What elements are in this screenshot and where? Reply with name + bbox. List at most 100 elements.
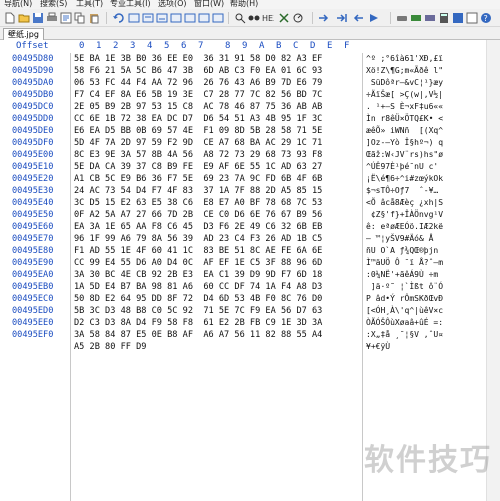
row-hex[interactable]: 58 F6 21 5A 5C B6 47 3B 6D AB C3 F0 EA 0… <box>74 65 362 77</box>
row-hex[interactable]: 0F A2 5A A7 27 66 7D 2B CE C0 D6 6E 76 6… <box>74 209 362 221</box>
hex-editor[interactable]: Offset 0 1 2 3 4 5 6 7 8 9 A B C D E F 0… <box>0 40 500 501</box>
row-ascii[interactable]: ÷ÄïŠæ[ >Ç(w|‚V½| <box>366 89 476 101</box>
row-hex[interactable]: 3A 30 BC 4E CB 92 2B E3 EA C1 39 D9 9D F… <box>74 269 362 281</box>
menu-navigate[interactable]: 导航(N) <box>4 0 32 9</box>
row-ascii[interactable]: . ¹+—S È¬xF‡u6«« <box>366 101 476 113</box>
row-ascii[interactable]: ^ÚÊ97È¹þé¯nU ­c' <box>366 161 476 173</box>
row-hex[interactable]: F1 AD 55 1E 4F 60 41 1C 83 BE 51 8C AE F… <box>74 245 362 257</box>
vertical-scrollbar[interactable] <box>486 40 500 501</box>
offset-divider <box>70 53 71 501</box>
paste-icon[interactable] <box>88 12 100 24</box>
row-ascii[interactable]: SüDôªr–&vC¦¹}æy <box>366 77 476 89</box>
row-ascii[interactable]: :X„‡å ¸¯¦§V ‚ˆU¤ <box>366 329 476 341</box>
row-hex[interactable]: 50 8D E2 64 95 DD 8F 72 D4 6D 53 4B F0 8… <box>74 293 362 305</box>
row-ascii[interactable]: ^º ;°6îà61'XÐ‚£ï <box>366 53 476 65</box>
compare-icon[interactable] <box>184 12 196 24</box>
row-ascii[interactable]: Œãž:W‹JV¨rs)hs"ø <box>366 149 476 161</box>
row-ascii[interactable]: ]ä·º˜ ¦`Ìßt ô¨Ó <box>366 281 476 293</box>
column-header-9: 9 <box>242 41 248 51</box>
row-ascii[interactable]: :0¼NË'+ãêÁ9Ù ÷m <box>366 269 476 281</box>
help-icon[interactable]: ? <box>480 12 492 24</box>
menu-search[interactable]: 搜索(S) <box>40 0 67 9</box>
open-file-icon[interactable] <box>18 12 30 24</box>
block-paste-icon[interactable] <box>170 12 182 24</box>
text-icon[interactable] <box>466 12 478 24</box>
row-hex[interactable]: EA 3A 1E 65 AA F8 C6 45 D3 F6 2E 49 C6 3… <box>74 221 362 233</box>
row-hex[interactable]: 5E DA CA 39 37 C8 B9 FE E9 AF 6E 55 1C A… <box>74 161 362 173</box>
row-hex[interactable]: 96 1F 99 A6 79 8A 56 39 AD 23 C4 F3 26 A… <box>74 233 362 245</box>
print-icon[interactable] <box>46 12 58 24</box>
row-offset: 00495DB0 <box>12 90 54 100</box>
row-ascii[interactable]: ê: eªøÆEÓö.IÆ2kë <box>366 221 476 233</box>
row-ascii[interactable]: ]Oz-—Yò Î§hº¬) q <box>366 137 476 149</box>
row-offset: 00495E50 <box>12 210 54 220</box>
row-hex[interactable]: 3A 58 84 87 E5 0E B8 AF A6 A7 56 11 82 8… <box>74 329 362 341</box>
copy-icon[interactable] <box>74 12 86 24</box>
hex-column[interactable]: 5E BA 1E 3B B0 36 EE E0 36 31 91 58 D0 8… <box>74 53 362 353</box>
row-hex[interactable]: E6 EA D5 BB 0B 69 57 4E F1 09 8D 5B 28 5… <box>74 125 362 137</box>
wipe-icon[interactable] <box>212 12 224 24</box>
column-header-3: 3 <box>130 41 136 51</box>
properties-icon[interactable] <box>60 12 72 24</box>
row-ascii[interactable]: æêÕ» iWNñ [(Xq^ <box>366 125 476 137</box>
back-icon[interactable] <box>352 12 364 24</box>
undo-icon[interactable] <box>112 12 124 24</box>
ram-icon[interactable] <box>410 12 422 24</box>
find-next-icon[interactable] <box>278 12 290 24</box>
find-icon[interactable] <box>234 12 246 24</box>
disk-icon[interactable] <box>396 12 408 24</box>
jump-icon[interactable] <box>336 12 348 24</box>
menu-pro-tools[interactable]: 专业工具(I) <box>110 0 151 9</box>
bookmark-next-icon[interactable] <box>368 12 380 24</box>
row-hex[interactable]: 5D 4F 7A 2D 97 59 F2 9D CE A7 68 BA AC 2… <box>74 137 362 149</box>
menu-tools[interactable]: 工具(T) <box>76 0 103 9</box>
row-ascii[interactable]: P âd•Ý rÔmSKðŒvÐ <box>366 293 476 305</box>
row-hex[interactable]: 3C D5 15 E2 63 E5 38 C6 E8 E7 A0 BF 78 6… <box>74 197 362 209</box>
ascii-column[interactable]: ^º ;°6îà61'XÐ‚£ï Xö!Z\¶G;m«Ãðê l" SüDôªr… <box>366 53 476 353</box>
row-hex[interactable]: 24 AC 73 54 D4 F7 4F 83 37 1A 7F 88 2D A… <box>74 185 362 197</box>
row-ascii[interactable]: ñ­U O`A ƒ¾QŒ®þjn <box>366 245 476 257</box>
row-hex[interactable]: 5E BA 1E 3B B0 36 EE E0 36 31 91 58 D0 8… <box>74 53 362 65</box>
row-ascii[interactable]: [<ÓH¸À\'q^|ùêV×c <box>366 305 476 317</box>
row-hex[interactable]: 1A 5D E4 B7 BA 98 81 A6 60 CC DF 74 1A F… <box>74 281 362 293</box>
menu-window[interactable]: 窗口(W) <box>194 0 224 9</box>
ascii-divider <box>362 53 363 501</box>
row-ascii[interactable]: <Õ âcå8Æèç ¿xh|S <box>366 197 476 209</box>
row-ascii[interactable]: ¢Z§'f}+ÎÀÖnvg¹V <box>366 209 476 221</box>
row-hex[interactable]: 5B 3C D3 48 B8 C0 5C 92 71 5E 7C F9 EA 5… <box>74 305 362 317</box>
row-ascii[interactable]: Xö!Z\¶G;m«Ãðê l" <box>366 65 476 77</box>
column-header-0: 0 <box>79 41 85 51</box>
row-ascii[interactable]: $¬sTÔ÷Oƒ7 ˆ-¥… <box>366 185 476 197</box>
save-icon[interactable] <box>32 12 44 24</box>
row-ascii[interactable]: ¥+€ÿÙ <box>366 341 476 353</box>
row-hex[interactable]: CC 6E 1B 72 38 EA DC D7 D6 54 51 A3 4B 9… <box>74 113 362 125</box>
row-hex[interactable]: 8C E3 9E 3A 57 8B 4A 56 A8 72 73 29 68 7… <box>74 149 362 161</box>
row-hex[interactable]: D2 C3 D3 8A D4 F9 58 F8 61 E2 2B FB C9 1… <box>74 317 362 329</box>
row-ascii[interactable]: ¡Ë\é¶6÷^i#zœýkOk <box>366 173 476 185</box>
goto-icon[interactable] <box>292 12 304 24</box>
forward-icon[interactable] <box>318 12 330 24</box>
row-hex[interactable]: CC 99 E4 55 D6 A0 D4 0C AF EF 1E C5 3F 8… <box>74 257 362 269</box>
file-tab[interactable]: 壁纸.jpg <box>3 28 44 40</box>
row-ascii[interactable]: ÒÃÓŠÔùXøaâ+ûÉ =: <box>366 317 476 329</box>
find-replace-icon[interactable] <box>248 12 260 24</box>
open-disk-icon[interactable] <box>424 12 436 24</box>
row-ascii[interactable]: – ™¦yŠV9­#Äó&­ Å <box>366 233 476 245</box>
block-copy-icon[interactable] <box>156 12 168 24</box>
row-hex[interactable]: 06 53 FC 44 F4 AA 72 96 26 76 43 A6 B9 7… <box>74 77 362 89</box>
cut-icon[interactable] <box>128 12 140 24</box>
block-icon[interactable] <box>142 12 154 24</box>
new-file-icon[interactable] <box>4 12 16 24</box>
calculator-icon[interactable] <box>438 12 450 24</box>
find-hex-icon[interactable]: HEX <box>262 12 274 24</box>
menu-options[interactable]: 选项(O) <box>158 0 187 9</box>
menu-help[interactable]: 帮助(H) <box>230 0 258 9</box>
row-hex[interactable]: 2E 05 B9 2B 97 53 15 C8 AC 78 46 87 75 3… <box>74 101 362 113</box>
row-hex[interactable]: A1 CB 5C E9 B6 36 F7 5E 69 23 7A 9C FD 6… <box>74 173 362 185</box>
row-hex[interactable]: F7 C4 EF 8A E6 5B 19 3E C7 28 77 7C 82 5… <box>74 89 362 101</box>
row-hex[interactable]: A5 2B 80 FF D9 <box>74 341 362 353</box>
checksum-icon[interactable] <box>198 12 210 24</box>
row-ascii[interactable]: Ìn r8êÜ×ÖTQ£K• < <box>366 113 476 125</box>
row-ascii[interactable]: Ì™äUÖ Ô ¯ï Å?ˆ–m <box>366 257 476 269</box>
hash-icon[interactable] <box>452 12 464 24</box>
